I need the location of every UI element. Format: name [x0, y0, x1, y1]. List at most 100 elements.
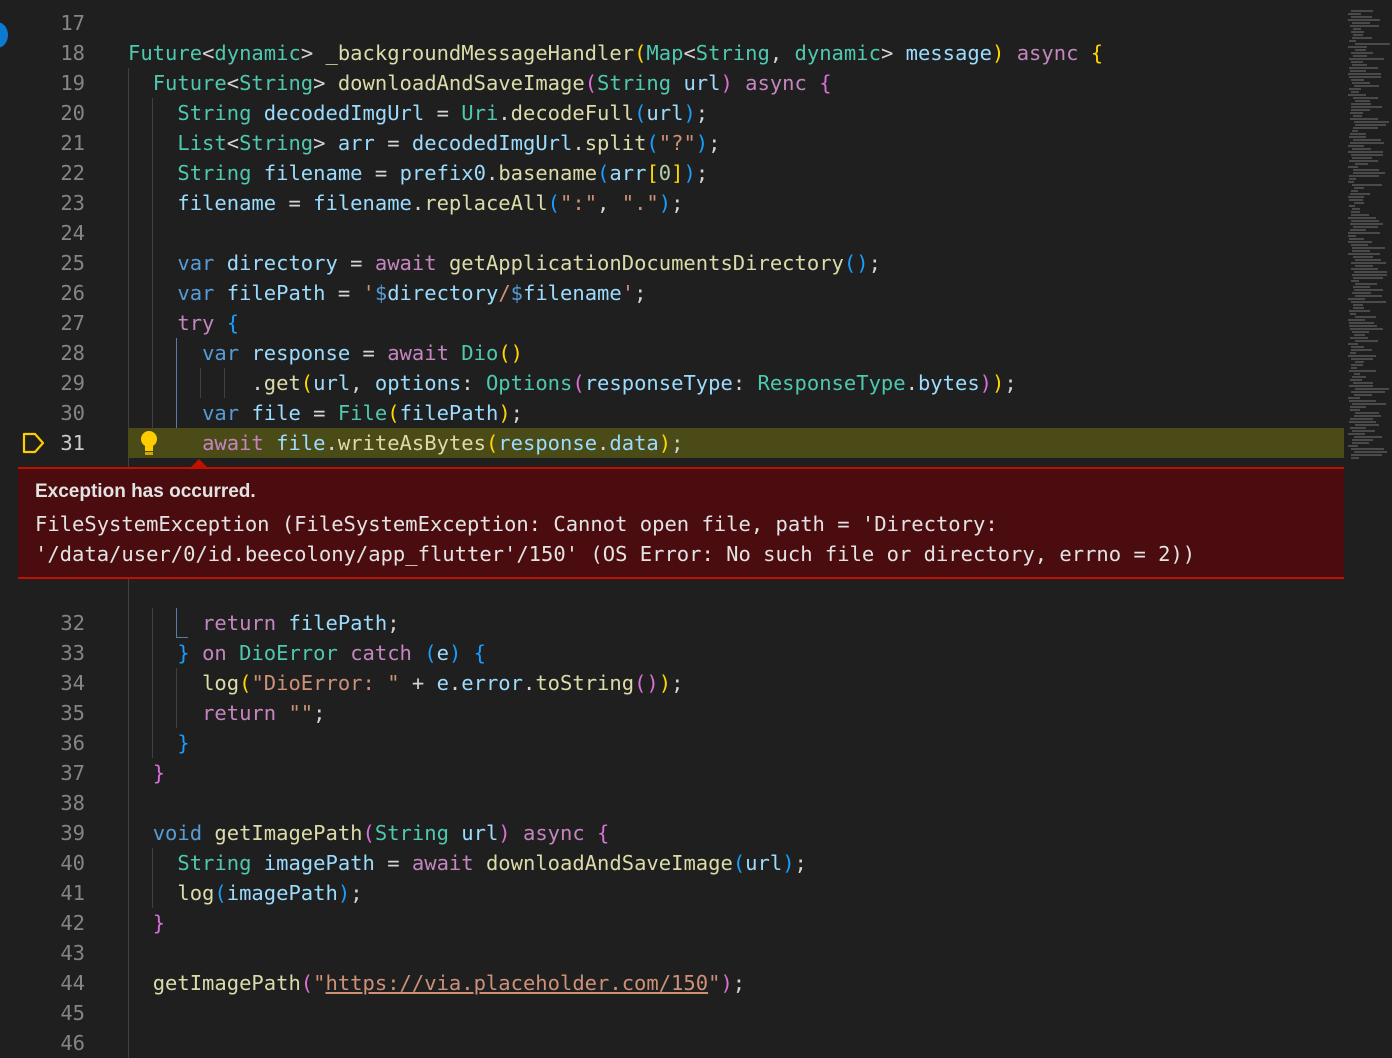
- minimap-line: [1351, 346, 1364, 348]
- minimap-line: [1350, 409, 1360, 411]
- minimap-line: [1354, 289, 1383, 291]
- minimap-line: [1355, 340, 1378, 342]
- minimap-line: [1349, 199, 1363, 201]
- line-number: 30: [60, 401, 85, 425]
- code-line[interactable]: 28 var response = await Dio(): [0, 338, 1344, 368]
- minimap-line: [1352, 184, 1382, 186]
- minimap-line: [1349, 421, 1376, 423]
- code-line[interactable]: 25 var directory = await getApplicationD…: [0, 248, 1344, 278]
- minimap-line: [1353, 256, 1373, 258]
- code-text: }: [152, 911, 166, 935]
- code-line[interactable]: 17: [0, 8, 1344, 38]
- code-text: List<String> arr = decodedImgUrl.split("…: [177, 131, 721, 155]
- minimap-line: [1350, 406, 1366, 408]
- code-text: log("DioError: " + e.error.toString());: [202, 671, 684, 695]
- minimap-line: [1352, 250, 1370, 252]
- minimap-line: [1349, 322, 1374, 324]
- code-line[interactable]: 38: [0, 788, 1344, 818]
- line-number: 35: [60, 701, 85, 725]
- code-text: var filePath = '$directory/$filename';: [177, 281, 647, 305]
- minimap-line: [1350, 313, 1356, 315]
- minimap-line: [1351, 349, 1372, 351]
- minimap-line: [1350, 418, 1373, 420]
- code-line[interactable]: 19 Future<String> downloadAndSaveImage(S…: [0, 68, 1344, 98]
- minimap-line: [1351, 262, 1386, 264]
- minimap[interactable]: [1344, 0, 1392, 1052]
- minimap-line: [1349, 160, 1378, 162]
- code-line[interactable]: 44 getImagePath("https://via.placeholder…: [0, 968, 1344, 998]
- line-number: 37: [60, 761, 85, 785]
- minimap-line: [1354, 121, 1389, 123]
- code-line[interactable]: 24: [0, 218, 1344, 248]
- line-number: 27: [60, 311, 85, 335]
- minimap-line: [1348, 232, 1380, 234]
- minimap-line: [1349, 76, 1381, 78]
- minimap-line: [1351, 190, 1358, 192]
- minimap-line: [1355, 100, 1370, 102]
- minimap-line: [1353, 127, 1378, 129]
- code-line[interactable]: 18 Future<dynamic> _backgroundMessageHan…: [0, 38, 1344, 68]
- minimap-line: [1352, 82, 1370, 84]
- minimap-line: [1355, 361, 1364, 363]
- code-line[interactable]: 23 filename = filename.replaceAll(":", "…: [0, 188, 1344, 218]
- minimap-line: [1351, 154, 1383, 156]
- minimap-line: [1351, 301, 1386, 303]
- code-line[interactable]: 46: [0, 1028, 1344, 1058]
- line-number: 43: [60, 941, 85, 965]
- code-line[interactable]: 45: [0, 998, 1344, 1028]
- code-line[interactable]: 35 return "";: [0, 698, 1344, 728]
- code-line-current[interactable]: 31 await file.writeAsBytes(response.data…: [0, 428, 1344, 458]
- code-line[interactable]: 22 String filename = prefix0.basename(ar…: [0, 158, 1344, 188]
- minimap-line: [1352, 64, 1367, 66]
- minimap-line: [1350, 193, 1370, 195]
- code-line[interactable]: 42 }: [0, 908, 1344, 938]
- line-number: 31: [60, 431, 85, 455]
- code-line[interactable]: 41 log(imagePath);: [0, 878, 1344, 908]
- code-line[interactable]: 27 try {: [0, 308, 1344, 338]
- code-line[interactable]: 30 var file = File(filePath);: [0, 398, 1344, 428]
- minimap-line: [1348, 94, 1366, 96]
- code-text: log(imagePath);: [177, 881, 363, 905]
- minimap-line: [1348, 196, 1364, 198]
- minimap-line: [1348, 355, 1376, 357]
- line-number: 33: [60, 641, 85, 665]
- code-line[interactable]: 32 return filePath;: [0, 608, 1344, 638]
- minimap-line: [1353, 34, 1363, 36]
- code-line[interactable]: 37 }: [0, 758, 1344, 788]
- minimap-line: [1350, 118, 1378, 120]
- minimap-line: [1354, 451, 1387, 453]
- exception-message[interactable]: FileSystemException (FileSystemException…: [35, 509, 1195, 569]
- code-text: String filename = prefix0.basename(arr[0…: [177, 161, 709, 185]
- minimap-line: [1355, 316, 1376, 318]
- code-line[interactable]: 33 } on DioError catch (e) {: [0, 638, 1344, 668]
- code-line[interactable]: 43: [0, 938, 1344, 968]
- code-text: return "";: [202, 701, 326, 725]
- minimap-line: [1349, 400, 1376, 402]
- minimap-line: [1348, 445, 1358, 447]
- minimap-line: [1351, 220, 1379, 222]
- code-line[interactable]: 40 String imagePath = await downloadAndS…: [0, 848, 1344, 878]
- code-line[interactable]: 34 log("DioError: " + e.error.toString()…: [0, 668, 1344, 698]
- code-text: String imagePath = await downloadAndSave…: [177, 851, 807, 875]
- line-number: 46: [60, 1031, 85, 1055]
- minimap-line: [1349, 67, 1378, 69]
- code-text: try {: [177, 311, 240, 335]
- code-line[interactable]: 26 var filePath = '$directory/$filename'…: [0, 278, 1344, 308]
- minimap-line: [1354, 202, 1364, 204]
- code-text: getImagePath("https://via.placeholder.co…: [152, 971, 746, 995]
- minimap-line: [1348, 13, 1361, 15]
- code-line[interactable]: 36 }: [0, 728, 1344, 758]
- code-text: Future<dynamic> _backgroundMessageHandle…: [128, 41, 1104, 65]
- minimap-line: [1349, 310, 1370, 312]
- code-line[interactable]: 20 String decodedImgUrl = Uri.decodeFull…: [0, 98, 1344, 128]
- code-line[interactable]: 21 List<String> arr = decodedImgUrl.spli…: [0, 128, 1344, 158]
- minimap-line: [1351, 268, 1378, 270]
- exception-widget[interactable]: Exception has occurred. FileSystemExcept…: [18, 467, 1344, 579]
- minimap-line: [1353, 226, 1378, 228]
- code-text: }: [152, 761, 166, 785]
- code-line[interactable]: 29 .get(url, options: Options(responseTy…: [0, 368, 1344, 398]
- code-line[interactable]: 39 void getImagePath(String url) async {: [0, 818, 1344, 848]
- minimap-line: [1353, 169, 1379, 171]
- minimap-line: [1350, 328, 1383, 330]
- code-editor[interactable]: 17 18 Future<dynamic> _backgroundMessage…: [0, 0, 1344, 1058]
